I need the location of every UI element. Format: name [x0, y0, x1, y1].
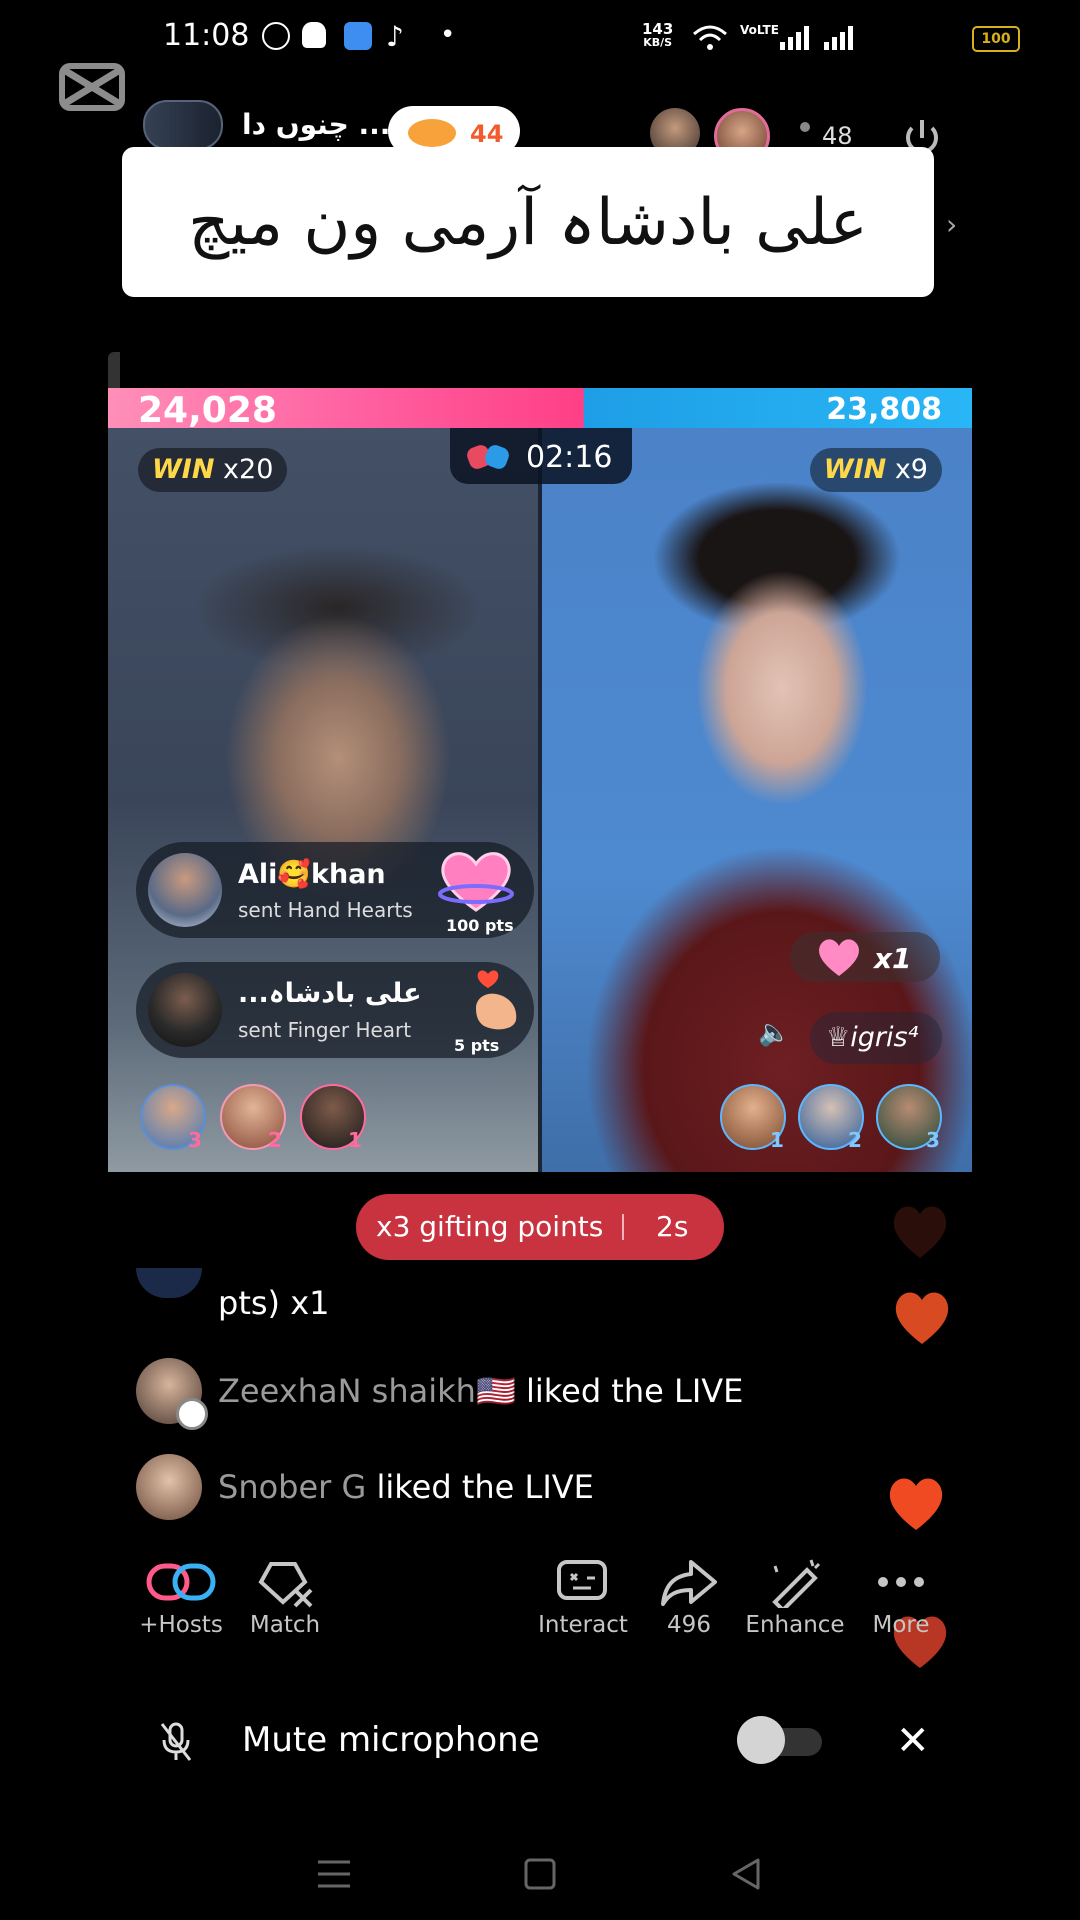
rank-number: 1: [770, 1128, 784, 1152]
gift-points: 100 pts: [446, 916, 514, 935]
tiktok-icon: ♪: [386, 20, 404, 53]
rank-number: 2: [268, 1128, 282, 1152]
wifi-icon: [693, 25, 727, 50]
speaker-muted-icon[interactable]: 🔈: [758, 1018, 790, 1048]
home-icon[interactable]: [524, 1858, 556, 1890]
win-label: WIN: [823, 454, 887, 485]
mic-off-icon: [160, 1722, 192, 1761]
app-icon: [344, 22, 372, 50]
left-win-streak: WIN x20: [138, 448, 288, 492]
gift-description: sent Finger Heart: [238, 1018, 412, 1042]
win-label: WIN: [152, 454, 215, 485]
status-time: 11:08: [163, 18, 250, 53]
net-speed-value: 143: [642, 20, 674, 38]
caption-overlay: علی بادشاہ آرمی ون میچ: [122, 147, 934, 297]
timer-text: 02:16: [526, 440, 613, 475]
chat-message-partial: pts) x1: [218, 1284, 330, 1322]
battle-frame-edge: [108, 352, 120, 392]
match-button[interactable]: Match: [220, 1556, 350, 1638]
mute-toggle-knob[interactable]: [737, 1716, 785, 1764]
chat-user-avatar[interactable]: [136, 1454, 202, 1520]
boost-countdown: 2s: [656, 1210, 689, 1243]
floating-heart-icon: [893, 1206, 947, 1258]
volte-badge: VoLTE: [740, 23, 779, 37]
signal-icon-2: [824, 26, 853, 50]
magic-wand-icon: [772, 1559, 821, 1608]
rank-number: 3: [188, 1128, 202, 1152]
viewer-icon: [800, 122, 810, 132]
gift-description: sent Hand Hearts: [238, 898, 413, 922]
notification-dot: •: [440, 20, 456, 50]
likes-count: 44: [470, 120, 504, 148]
gift-combo-pill: [790, 932, 940, 982]
rank-number: 1: [348, 1128, 362, 1152]
rank-number: 2: [848, 1128, 862, 1152]
capcut-logo-icon: [59, 63, 125, 111]
battle-area: 24,028 23,808 02:16 WIN x20 WIN x9 Ali🥰k…: [108, 388, 972, 1172]
finger-heart-gift-icon: [476, 970, 517, 1030]
floating-heart-icon: [889, 1478, 943, 1530]
boost-text: x3 gifting points: [376, 1210, 604, 1243]
chat-message: Snober G liked the LIVE: [218, 1468, 594, 1506]
more-dots-icon: [878, 1577, 924, 1587]
chevron-right-icon[interactable]: ›: [946, 208, 957, 241]
gift-sender-avatar[interactable]: [148, 973, 222, 1047]
caption-text: علی بادشاہ آرمی ون میچ: [188, 185, 868, 260]
chat-username[interactable]: Snober G: [218, 1468, 366, 1506]
host-name[interactable]: چنوں دا ...: [242, 108, 390, 141]
win-multiplier: x20: [223, 454, 274, 485]
hand-hearts-gift-icon: [438, 852, 514, 912]
gift-sender-name: ...علی بادشاہ: [238, 978, 422, 1009]
interact-icon: [557, 1560, 607, 1600]
right-score: 23,808: [826, 392, 942, 427]
match-icon: [258, 1562, 313, 1608]
battle-gloves-icon: [467, 445, 509, 469]
viewer-count[interactable]: 48: [822, 122, 853, 150]
net-speed: 143 KB/S: [642, 22, 673, 50]
rank-number: 3: [926, 1128, 940, 1152]
win-multiplier: x9: [894, 454, 928, 485]
hearts-gift-icon: [819, 939, 859, 976]
video-divider: [538, 428, 542, 1172]
hosts-link-icon: [146, 1563, 216, 1601]
gift-points: 5 pts: [454, 1036, 500, 1055]
chat-message: ZeexhaN shaikh🇺🇸 liked the LIVE: [218, 1372, 743, 1410]
left-host-video[interactable]: [108, 428, 538, 1172]
floating-heart-icon: [895, 1292, 949, 1344]
snapchat-icon: [302, 22, 326, 48]
opponent-tag[interactable]: ♕igris⁴: [826, 1022, 918, 1053]
chat-avatar-partial: [136, 1268, 202, 1298]
whatsapp-icon: [262, 22, 290, 50]
chat-username[interactable]: ZeexhaN shaikh🇺🇸: [218, 1372, 516, 1410]
battery-icon: 100: [972, 26, 1020, 52]
back-icon[interactable]: [730, 1858, 762, 1890]
combo-count: x1: [874, 942, 912, 975]
gift-sender-avatar[interactable]: [148, 853, 222, 927]
signal-icon-1: [780, 26, 809, 50]
more-button[interactable]: More: [836, 1556, 966, 1638]
chat-text: liked the LIVE: [515, 1372, 744, 1410]
camera-badge-icon: [176, 1398, 208, 1430]
close-icon[interactable]: ✕: [896, 1718, 930, 1764]
like-heart-icon: [408, 119, 456, 147]
chat-text: liked the LIVE: [366, 1468, 594, 1506]
right-win-streak: WIN x9: [809, 448, 942, 492]
recent-apps-icon[interactable]: [316, 1858, 352, 1890]
action-label: More: [872, 1612, 930, 1638]
action-label: Match: [249, 1612, 321, 1638]
share-arrow-icon: [661, 1560, 717, 1606]
net-speed-unit: KB/S: [643, 36, 673, 49]
gift-sender-name: Ali🥰khan: [238, 859, 386, 890]
boost-separator: [622, 1214, 624, 1240]
host-avatar[interactable]: [143, 100, 223, 150]
mute-microphone-label: Mute microphone: [242, 1720, 540, 1760]
left-score: 24,028: [138, 390, 277, 431]
